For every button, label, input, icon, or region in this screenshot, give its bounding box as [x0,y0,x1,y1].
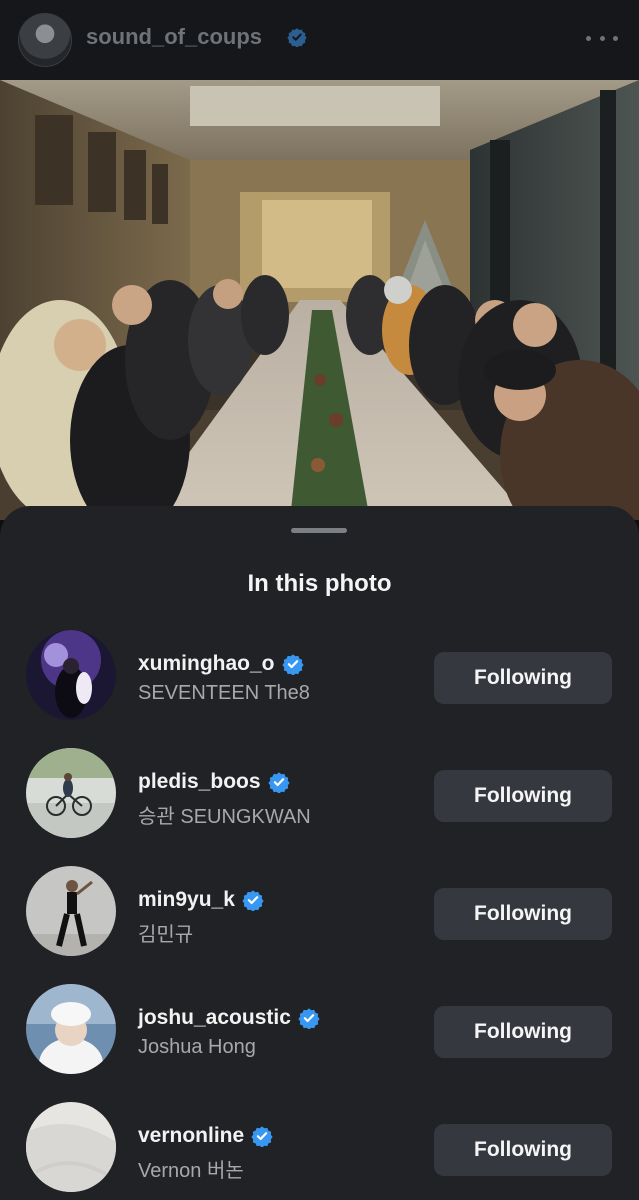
verified-badge-icon [242,889,264,912]
list-item[interactable]: joshu_acoustic Joshua Hong Following [0,968,639,1086]
verified-badge-icon [281,653,304,676]
list-item[interactable]: min9yu_k 김민규 Following [0,850,639,968]
username-row: pledis_boos [138,770,290,794]
full-name: 승관 SEUNGKWAN [138,806,311,828]
username[interactable]: min9yu_k [138,888,235,912]
username-row: xuminghao_o [138,652,304,676]
post-header: sound_of_coups [0,0,639,80]
username-row: vernonline [138,1124,273,1148]
tagged-people-sheet: In this photo xuminghao_o SEVENTEEN The8… [0,506,639,1200]
username[interactable]: pledis_boos [138,770,261,794]
list-item[interactable]: xuminghao_o SEVENTEEN The8 Following [0,614,639,732]
following-button[interactable]: Following [434,770,612,822]
verified-badge-icon [267,771,290,794]
username[interactable]: joshu_acoustic [138,1006,291,1030]
username[interactable]: vernonline [138,1124,244,1148]
verified-badge-icon [251,1125,273,1148]
username-row: joshu_acoustic [138,1006,320,1030]
post-photo[interactable] [0,80,639,520]
avatar[interactable] [26,866,116,956]
avatar[interactable] [18,13,72,67]
tagged-accounts-list: xuminghao_o SEVENTEEN The8 Following ple… [0,614,639,1200]
following-button[interactable]: Following [434,888,612,940]
post-author-username[interactable]: sound_of_coups [86,24,262,50]
full-name: Vernon 버논 [138,1160,244,1182]
list-item[interactable]: vernonline Vernon 버논 Following [0,1086,639,1200]
full-name: SEVENTEEN The8 [138,682,310,704]
following-button[interactable]: Following [434,1124,612,1176]
full-name: 김민규 [138,924,194,946]
avatar[interactable] [26,630,116,720]
following-button[interactable]: Following [434,652,612,704]
username[interactable]: xuminghao_o [138,652,275,676]
verified-badge-icon [287,27,307,52]
avatar[interactable] [26,984,116,1074]
list-item[interactable]: pledis_boos 승관 SEUNGKWAN Following [0,732,639,850]
sheet-drag-handle[interactable] [291,528,347,533]
following-button[interactable]: Following [434,1006,612,1058]
sheet-title: In this photo [247,570,392,597]
full-name: Joshua Hong [138,1036,256,1058]
more-options-icon[interactable] [586,26,618,50]
avatar[interactable] [26,1102,116,1192]
avatar[interactable] [26,748,116,838]
verified-badge-icon [298,1007,320,1030]
instagram-post-screen: sound_of_coups In this photo xuminghao_o… [0,0,639,1200]
username-row: min9yu_k [138,888,264,912]
